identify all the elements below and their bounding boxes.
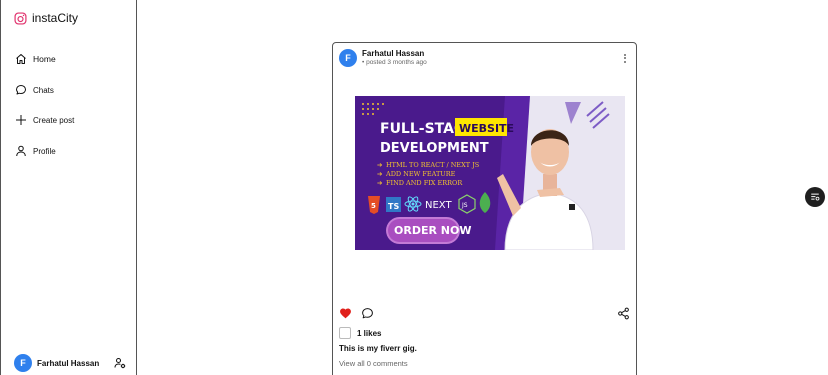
current-user[interactable]: F Farhatul Hassan <box>14 354 126 372</box>
current-user-name: Farhatul Hassan <box>37 358 100 368</box>
post-actions <box>339 307 630 321</box>
list-settings-icon <box>811 193 820 201</box>
brand-name: instaCity <box>32 11 79 25</box>
sidebar-item-label: Create post <box>33 115 75 125</box>
sidebar-item-chats[interactable]: Chats <box>15 84 54 96</box>
gig-banner: FULL-STACK WEBSITE DEVELOPMENT ➔➔➔ HTML … <box>355 96 625 250</box>
share-icon[interactable] <box>617 307 630 320</box>
svg-text:5: 5 <box>371 202 376 210</box>
plus-icon <box>16 115 26 125</box>
instagram-logo-icon <box>14 11 27 25</box>
avatar: F <box>14 354 32 372</box>
avatar[interactable]: F <box>339 49 357 67</box>
post-header: F Farhatul Hassan • posted 3 months ago <box>339 49 630 67</box>
tech-label: NEXT <box>425 200 452 211</box>
order-now-text: ORDER NOW <box>394 224 471 237</box>
home-icon <box>16 54 26 64</box>
brand[interactable]: instaCity <box>14 11 78 25</box>
heart-icon[interactable] <box>339 307 352 320</box>
more-options-icon[interactable] <box>620 52 630 64</box>
banner-bullet: ADD NEW FEATURE <box>385 170 456 178</box>
banner-bullet: HTML TO REACT / NEXT JS <box>386 161 479 169</box>
sidebar-item-label: Home <box>33 54 56 64</box>
tech-label: JS <box>461 202 468 209</box>
sidebar-item-profile[interactable]: Profile <box>15 145 56 157</box>
sidebar-item-label: Chats <box>33 85 54 95</box>
svg-text:➔: ➔ <box>377 161 383 169</box>
likes-row: 1 likes <box>339 327 381 339</box>
author-name[interactable]: Farhatul Hassan <box>362 49 427 59</box>
tech-label: TS <box>388 202 399 211</box>
post-card: F Farhatul Hassan • posted 3 months ago … <box>332 42 637 375</box>
banner-subtitle: DEVELOPMENT <box>380 141 489 156</box>
comment-icon[interactable] <box>361 307 374 320</box>
svg-text:➔: ➔ <box>377 179 383 187</box>
app-root: instaCity Home Chats Create post Profile… <box>0 0 828 375</box>
banner-badge: WEBSITE <box>459 122 514 135</box>
liker-avatar-placeholder <box>339 327 351 339</box>
sidebar: instaCity Home Chats Create post Profile… <box>0 0 137 375</box>
post-caption: This is my fiverr gig. <box>339 344 417 353</box>
user-icon <box>16 145 26 157</box>
post-image: FULL-STACK WEBSITE DEVELOPMENT ➔ ➔ ➔ HTML … <box>355 96 625 250</box>
view-comments-link[interactable]: View all 0 comments <box>339 359 408 368</box>
svg-text:➔: ➔ <box>377 170 383 178</box>
sidebar-item-home[interactable]: Home <box>15 53 56 65</box>
user-settings-icon[interactable] <box>114 357 126 369</box>
likes-count[interactable]: 1 likes <box>357 329 381 338</box>
post-time: • posted 3 months ago <box>362 59 427 67</box>
chat-icon <box>16 85 26 95</box>
post-author: Farhatul Hassan • posted 3 months ago <box>362 49 427 67</box>
banner-bullet: FIND AND FIX ERROR <box>386 179 463 187</box>
floating-menu-button[interactable] <box>805 187 825 207</box>
sidebar-item-label: Profile <box>33 146 56 156</box>
sidebar-item-create-post[interactable]: Create post <box>15 114 74 126</box>
